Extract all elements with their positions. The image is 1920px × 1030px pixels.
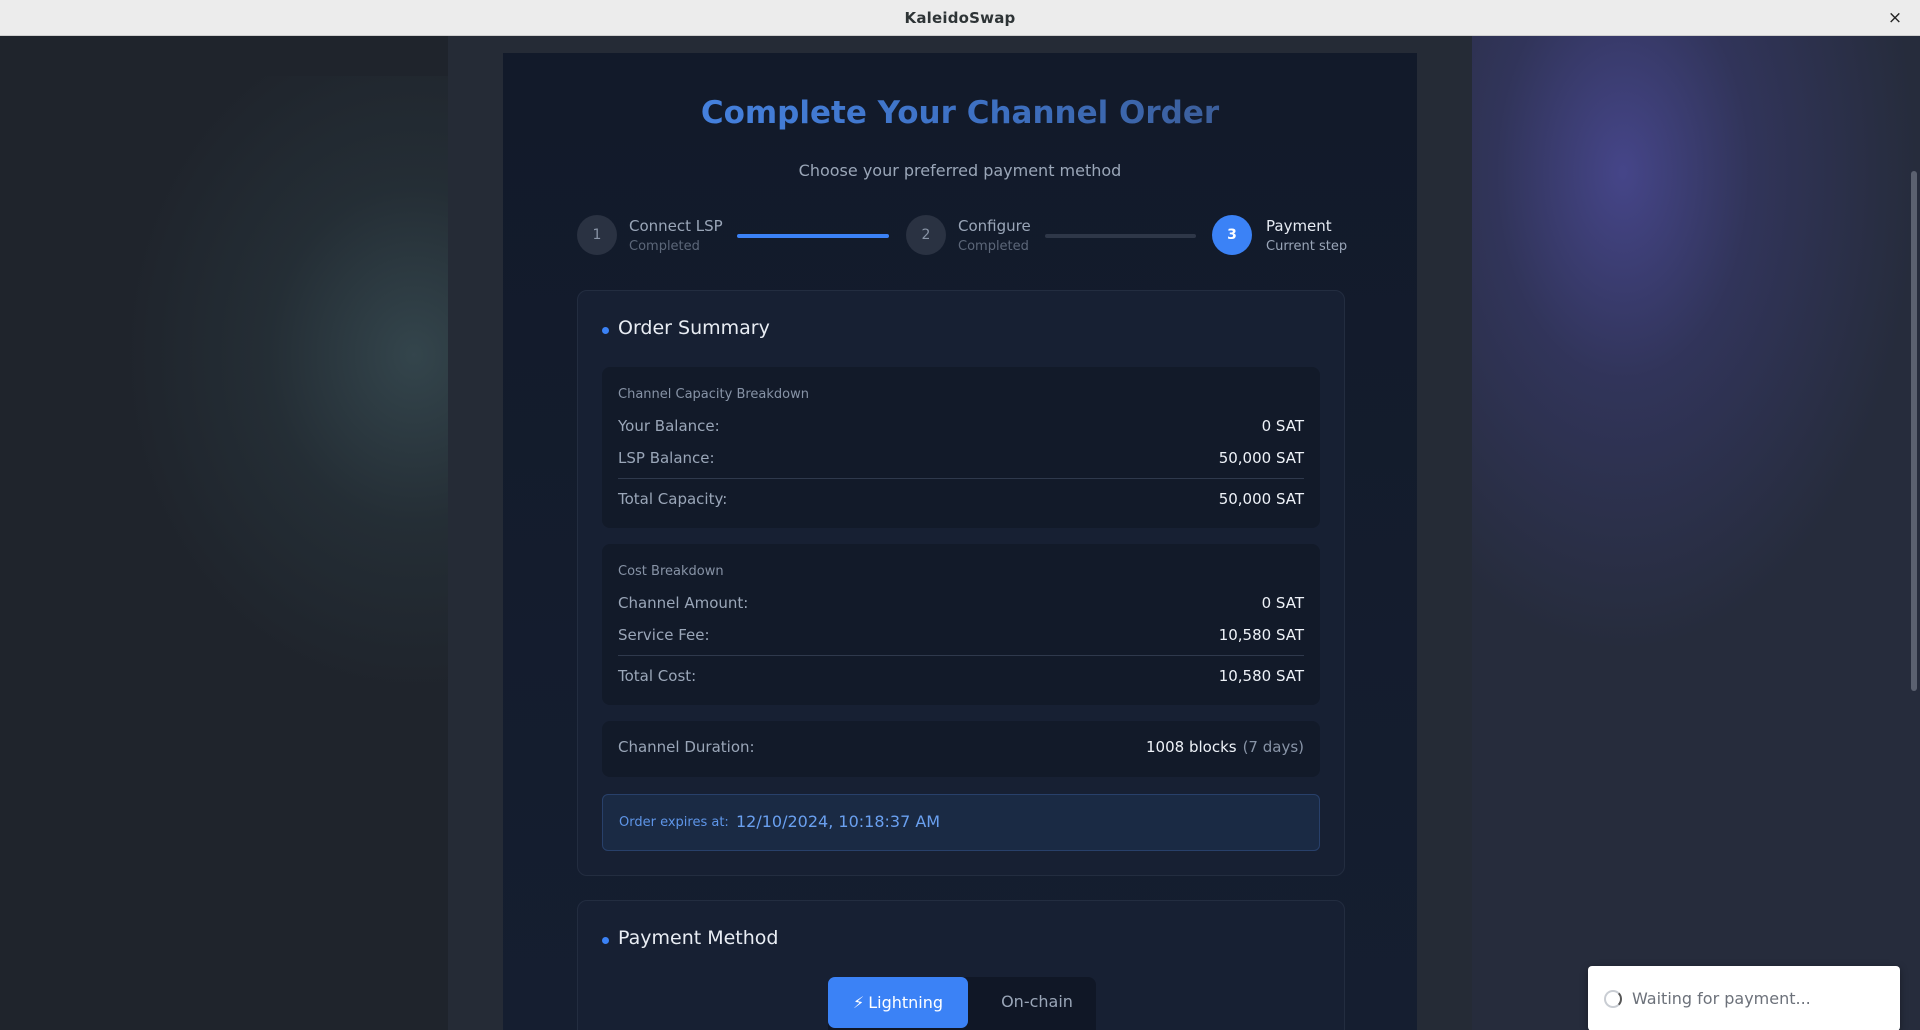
cost-heading: Cost Breakdown: [618, 564, 724, 579]
window-titlebar: KaleidoSwap ×: [0, 0, 1920, 36]
divider: [618, 478, 1304, 479]
duration-box: Channel Duration: 1008 blocks (7 days): [602, 721, 1320, 777]
channel-amount-row: Channel Amount: 0 SAT: [618, 594, 1304, 616]
toast-message: Waiting for payment...: [1632, 989, 1811, 1008]
total-capacity-row: Total Capacity: 50,000 SAT: [618, 490, 1304, 512]
capacity-heading: Channel Capacity Breakdown: [618, 387, 809, 402]
step-2-circle: 2: [906, 215, 946, 255]
lightning-button[interactable]: ⚡ Lightning: [828, 977, 968, 1028]
cost-breakdown: Cost Breakdown Channel Amount: 0 SAT Ser…: [602, 544, 1320, 705]
scrollbar[interactable]: [1911, 171, 1917, 691]
onchain-button[interactable]: On-chain: [994, 990, 1080, 1014]
page-title: Complete Your Channel Order: [503, 95, 1417, 131]
channel-duration-label: Channel Duration:: [618, 738, 755, 756]
bullet-dot-icon: [602, 327, 609, 334]
order-expiry-notice: Order expires at: 12/10/2024, 10:18:37 A…: [602, 794, 1320, 851]
app-background: Complete Your Channel Order Choose your …: [0, 36, 1920, 1030]
divider: [618, 655, 1304, 656]
lsp-balance-label: LSP Balance:: [618, 449, 715, 467]
step-2-status: Completed: [958, 239, 1029, 254]
service-fee-value: 10,580 SAT: [1218, 626, 1304, 644]
duration-blocks: 1008 blocks: [1146, 738, 1237, 756]
channel-amount-label: Channel Amount:: [618, 594, 749, 612]
payment-method-card: Payment Method ⚡ Lightning On-chain: [577, 900, 1345, 1030]
step-2-label: Configure: [958, 217, 1031, 235]
service-fee-label: Service Fee:: [618, 626, 710, 644]
total-cost-row: Total Cost: 10,580 SAT: [618, 667, 1304, 689]
expiry-value: 12/10/2024, 10:18:37 AM: [736, 812, 941, 831]
order-summary-card: Order Summary Channel Capacity Breakdown…: [577, 290, 1345, 876]
lightning-icon: ⚡: [852, 993, 865, 1012]
total-cost-value: 10,580 SAT: [1218, 667, 1304, 685]
capacity-breakdown: Channel Capacity Breakdown Your Balance:…: [602, 367, 1320, 528]
payment-method-toggle: ⚡ Lightning On-chain: [828, 977, 1096, 1030]
payment-method-title: Payment Method: [618, 927, 779, 949]
close-icon[interactable]: ×: [1884, 7, 1906, 29]
lightning-label: Lightning: [868, 993, 944, 1012]
duration-days: (7 days): [1242, 738, 1304, 756]
onchain-label: On-chain: [1001, 992, 1073, 1011]
payment-status-toast: Waiting for payment...: [1588, 966, 1900, 1030]
channel-duration-row: Channel Duration: 1008 blocks (7 days): [618, 738, 1304, 760]
lsp-balance-value: 50,000 SAT: [1218, 449, 1304, 467]
your-balance-label: Your Balance:: [618, 417, 720, 435]
lsp-balance-row: LSP Balance: 50,000 SAT: [618, 449, 1304, 471]
step-1-circle: 1: [577, 215, 617, 255]
window-title: KaleidoSwap: [904, 8, 1016, 27]
order-summary-title: Order Summary: [618, 317, 770, 339]
channel-duration-value: 1008 blocks (7 days): [1146, 738, 1304, 756]
channel-amount-value: 0 SAT: [1261, 594, 1304, 612]
page-subtitle: Choose your preferred payment method: [798, 161, 1122, 180]
step-3-circle: 3: [1212, 215, 1252, 255]
progress-stepper: 1 Connect LSP Completed 2 Configure Comp…: [577, 215, 1363, 263]
your-balance-row: Your Balance: 0 SAT: [618, 417, 1304, 439]
loading-spinner-icon: [1604, 990, 1622, 1008]
total-capacity-value: 50,000 SAT: [1218, 490, 1304, 508]
step-connector-1: [737, 234, 889, 238]
total-capacity-label: Total Capacity:: [618, 490, 728, 508]
step-connector-2: [1045, 234, 1196, 238]
step-3-status: Current step: [1266, 239, 1348, 254]
expiry-label: Order expires at:: [619, 815, 729, 830]
order-panel: Complete Your Channel Order Choose your …: [503, 53, 1417, 1030]
service-fee-row: Service Fee: 10,580 SAT: [618, 626, 1304, 648]
total-cost-label: Total Cost:: [618, 667, 697, 685]
your-balance-value: 0 SAT: [1261, 417, 1304, 435]
bullet-dot-icon: [602, 937, 609, 944]
step-1-status: Completed: [629, 239, 700, 254]
step-3-label: Payment: [1266, 217, 1332, 235]
step-1-label: Connect LSP: [629, 217, 723, 235]
